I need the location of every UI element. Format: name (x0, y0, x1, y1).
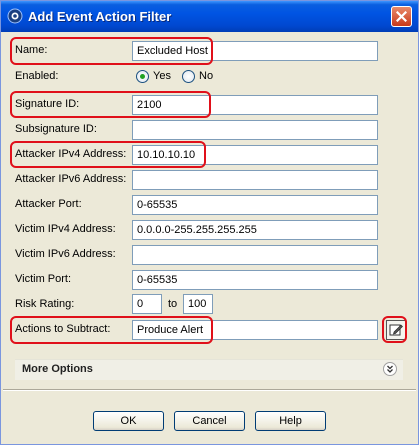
victim-port-label: Victim Port: (15, 273, 72, 285)
dialog-window: Add Event Action Filter Name: Enabled: Y… (0, 0, 419, 445)
radio-unchecked-icon (182, 69, 195, 83)
signature-id-label: Signature ID: (15, 98, 80, 110)
close-icon (396, 11, 407, 22)
risk-rating-to-input[interactable] (183, 294, 213, 314)
more-options-bar[interactable]: More Options (15, 359, 403, 380)
window-title: Add Event Action Filter (28, 9, 172, 24)
enabled-yes-radio[interactable]: Yes (136, 68, 171, 84)
attacker-ipv4-label: Attacker IPv4 Address: (15, 148, 127, 160)
actions-to-subtract-label: Actions to Subtract: (15, 323, 111, 335)
help-button[interactable]: Help (255, 411, 326, 431)
enabled-label: Enabled: (15, 70, 59, 82)
close-button[interactable] (391, 6, 412, 27)
cancel-button[interactable]: Cancel (174, 411, 245, 431)
signature-id-input[interactable] (132, 95, 378, 115)
radio-checked-icon (136, 69, 149, 83)
subsignature-id-label: Subsignature ID: (15, 123, 97, 135)
enabled-yes-label: Yes (153, 70, 171, 82)
attacker-ipv4-input[interactable] (132, 145, 378, 165)
attacker-port-label: Attacker Port: (15, 198, 82, 210)
victim-ipv6-input[interactable] (132, 245, 378, 265)
app-icon (7, 8, 23, 24)
victim-ipv6-label: Victim IPv6 Address: (15, 248, 116, 260)
button-separator (3, 389, 416, 391)
victim-port-input[interactable] (132, 270, 378, 290)
edit-actions-button[interactable] (386, 320, 406, 340)
name-label: Name: (15, 44, 48, 56)
victim-ipv4-label: Victim IPv4 Address: (15, 223, 116, 235)
edit-icon (389, 324, 403, 336)
enabled-no-radio[interactable]: No (182, 68, 213, 84)
subsignature-id-input[interactable] (132, 120, 378, 140)
title-bar[interactable]: Add Event Action Filter (1, 1, 418, 32)
name-input[interactable] (132, 41, 378, 61)
attacker-port-input[interactable] (132, 195, 378, 215)
more-options-label: More Options (22, 363, 93, 375)
ok-button[interactable]: OK (93, 411, 164, 431)
risk-rating-from-input[interactable] (132, 294, 162, 314)
risk-rating-to-label: to (168, 298, 178, 310)
victim-ipv4-input[interactable] (132, 220, 378, 240)
enabled-no-label: No (199, 70, 214, 82)
expand-chevron-icon[interactable] (383, 362, 397, 376)
attacker-ipv6-input[interactable] (132, 170, 378, 190)
risk-rating-label: Risk Rating: (15, 298, 75, 310)
attacker-ipv6-label: Attacker IPv6 Address: (15, 173, 127, 185)
actions-to-subtract-input[interactable] (132, 320, 378, 340)
